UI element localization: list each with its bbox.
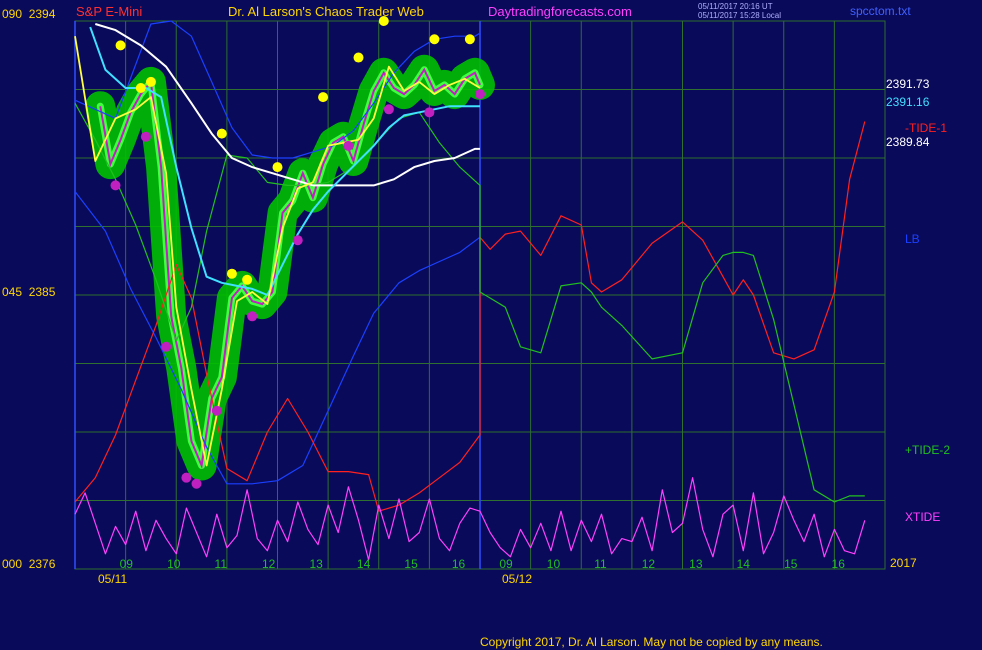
- swing-high-dot: [429, 34, 440, 45]
- y-tick-label-mid: 045 2385: [2, 285, 56, 299]
- price-label-high: 2391.73: [886, 77, 930, 91]
- swing-high-dot: [145, 76, 156, 87]
- swing-low-dot: [211, 405, 222, 416]
- hour-tick-label: 13: [309, 557, 323, 571]
- hour-tick-label: 13: [689, 557, 703, 571]
- series-label-lb: LB: [905, 232, 920, 246]
- hour-tick-label: 09: [120, 557, 134, 571]
- swing-high-dot: [226, 268, 237, 279]
- instrument-title: S&P E-Mini: [76, 4, 143, 19]
- hour-tick-label: 14: [357, 557, 371, 571]
- copyright-notice: Copyright 2017, Dr. Al Larson. May not b…: [480, 635, 823, 649]
- year-label: 2017: [890, 556, 917, 570]
- series-label-xtide: XTIDE: [905, 510, 941, 524]
- swing-high-dot: [353, 52, 364, 63]
- y-tick-label-bottom: 000 2376: [2, 557, 56, 571]
- hour-tick-label: 10: [167, 557, 181, 571]
- swing-high-dot: [464, 34, 475, 45]
- hour-tick-label: 09: [499, 557, 513, 571]
- hour-tick-label: 10: [547, 557, 561, 571]
- y-tick-label-top: 090 2394: [2, 7, 56, 21]
- hour-tick-label: 11: [215, 557, 228, 571]
- swing-low-dot: [140, 131, 151, 142]
- site-title: Dr. Al Larson's Chaos Trader Web: [228, 4, 424, 19]
- timestamp-utc: 05/11/2017 20:16 UT: [698, 2, 773, 11]
- swing-high-dot: [318, 92, 329, 103]
- price-label-avg: 2391.16: [886, 95, 930, 109]
- swing-high-dot: [242, 274, 253, 285]
- swing-low-dot: [161, 341, 172, 352]
- swing-high-dot: [135, 82, 146, 93]
- swing-low-dot: [343, 140, 354, 151]
- hour-tick-label: 16: [832, 557, 846, 571]
- swing-low-dot: [110, 180, 121, 191]
- series-label-tide2: +TIDE-2: [905, 443, 951, 457]
- swing-low-dot: [181, 472, 192, 483]
- swing-low-dot: [383, 104, 394, 115]
- swing-high-dot: [115, 40, 126, 51]
- date-label-day2: 05/12: [502, 572, 533, 586]
- timestamp-local: 05/11/2017 15:28 Local: [698, 11, 782, 20]
- swing-low-dot: [247, 311, 258, 322]
- swing-low-dot: [475, 89, 485, 100]
- site-url-link[interactable]: Daytradingforecasts.com: [488, 4, 632, 19]
- swing-high-dot: [216, 128, 227, 139]
- price-label-slow: 2389.84: [886, 135, 930, 149]
- price-chart: 09 10 11 12 13 14 15 16 09 10 11 12 13 14 15 16: [74, 16, 886, 571]
- series-label-tide1: -TIDE-1: [905, 121, 947, 135]
- date-label-day1: 05/11: [98, 572, 128, 586]
- hour-tick-label: 12: [262, 557, 276, 571]
- hour-tick-label: 11: [594, 557, 607, 571]
- indicator-lines: [74, 20, 866, 561]
- data-file-name: spcctom.txt: [850, 4, 911, 18]
- hour-tick-label: 14: [737, 557, 751, 571]
- swing-low-dot: [424, 107, 435, 118]
- hour-tick-label: 12: [642, 557, 656, 571]
- swing-low-dot: [191, 478, 202, 489]
- hour-tick-label: 15: [404, 557, 418, 571]
- xtide-line: [74, 477, 866, 561]
- swing-low-dot: [292, 235, 303, 246]
- swing-high-dot: [272, 162, 283, 173]
- hour-tick-label: 16: [452, 557, 466, 571]
- hour-tick-label: 15: [784, 557, 798, 571]
